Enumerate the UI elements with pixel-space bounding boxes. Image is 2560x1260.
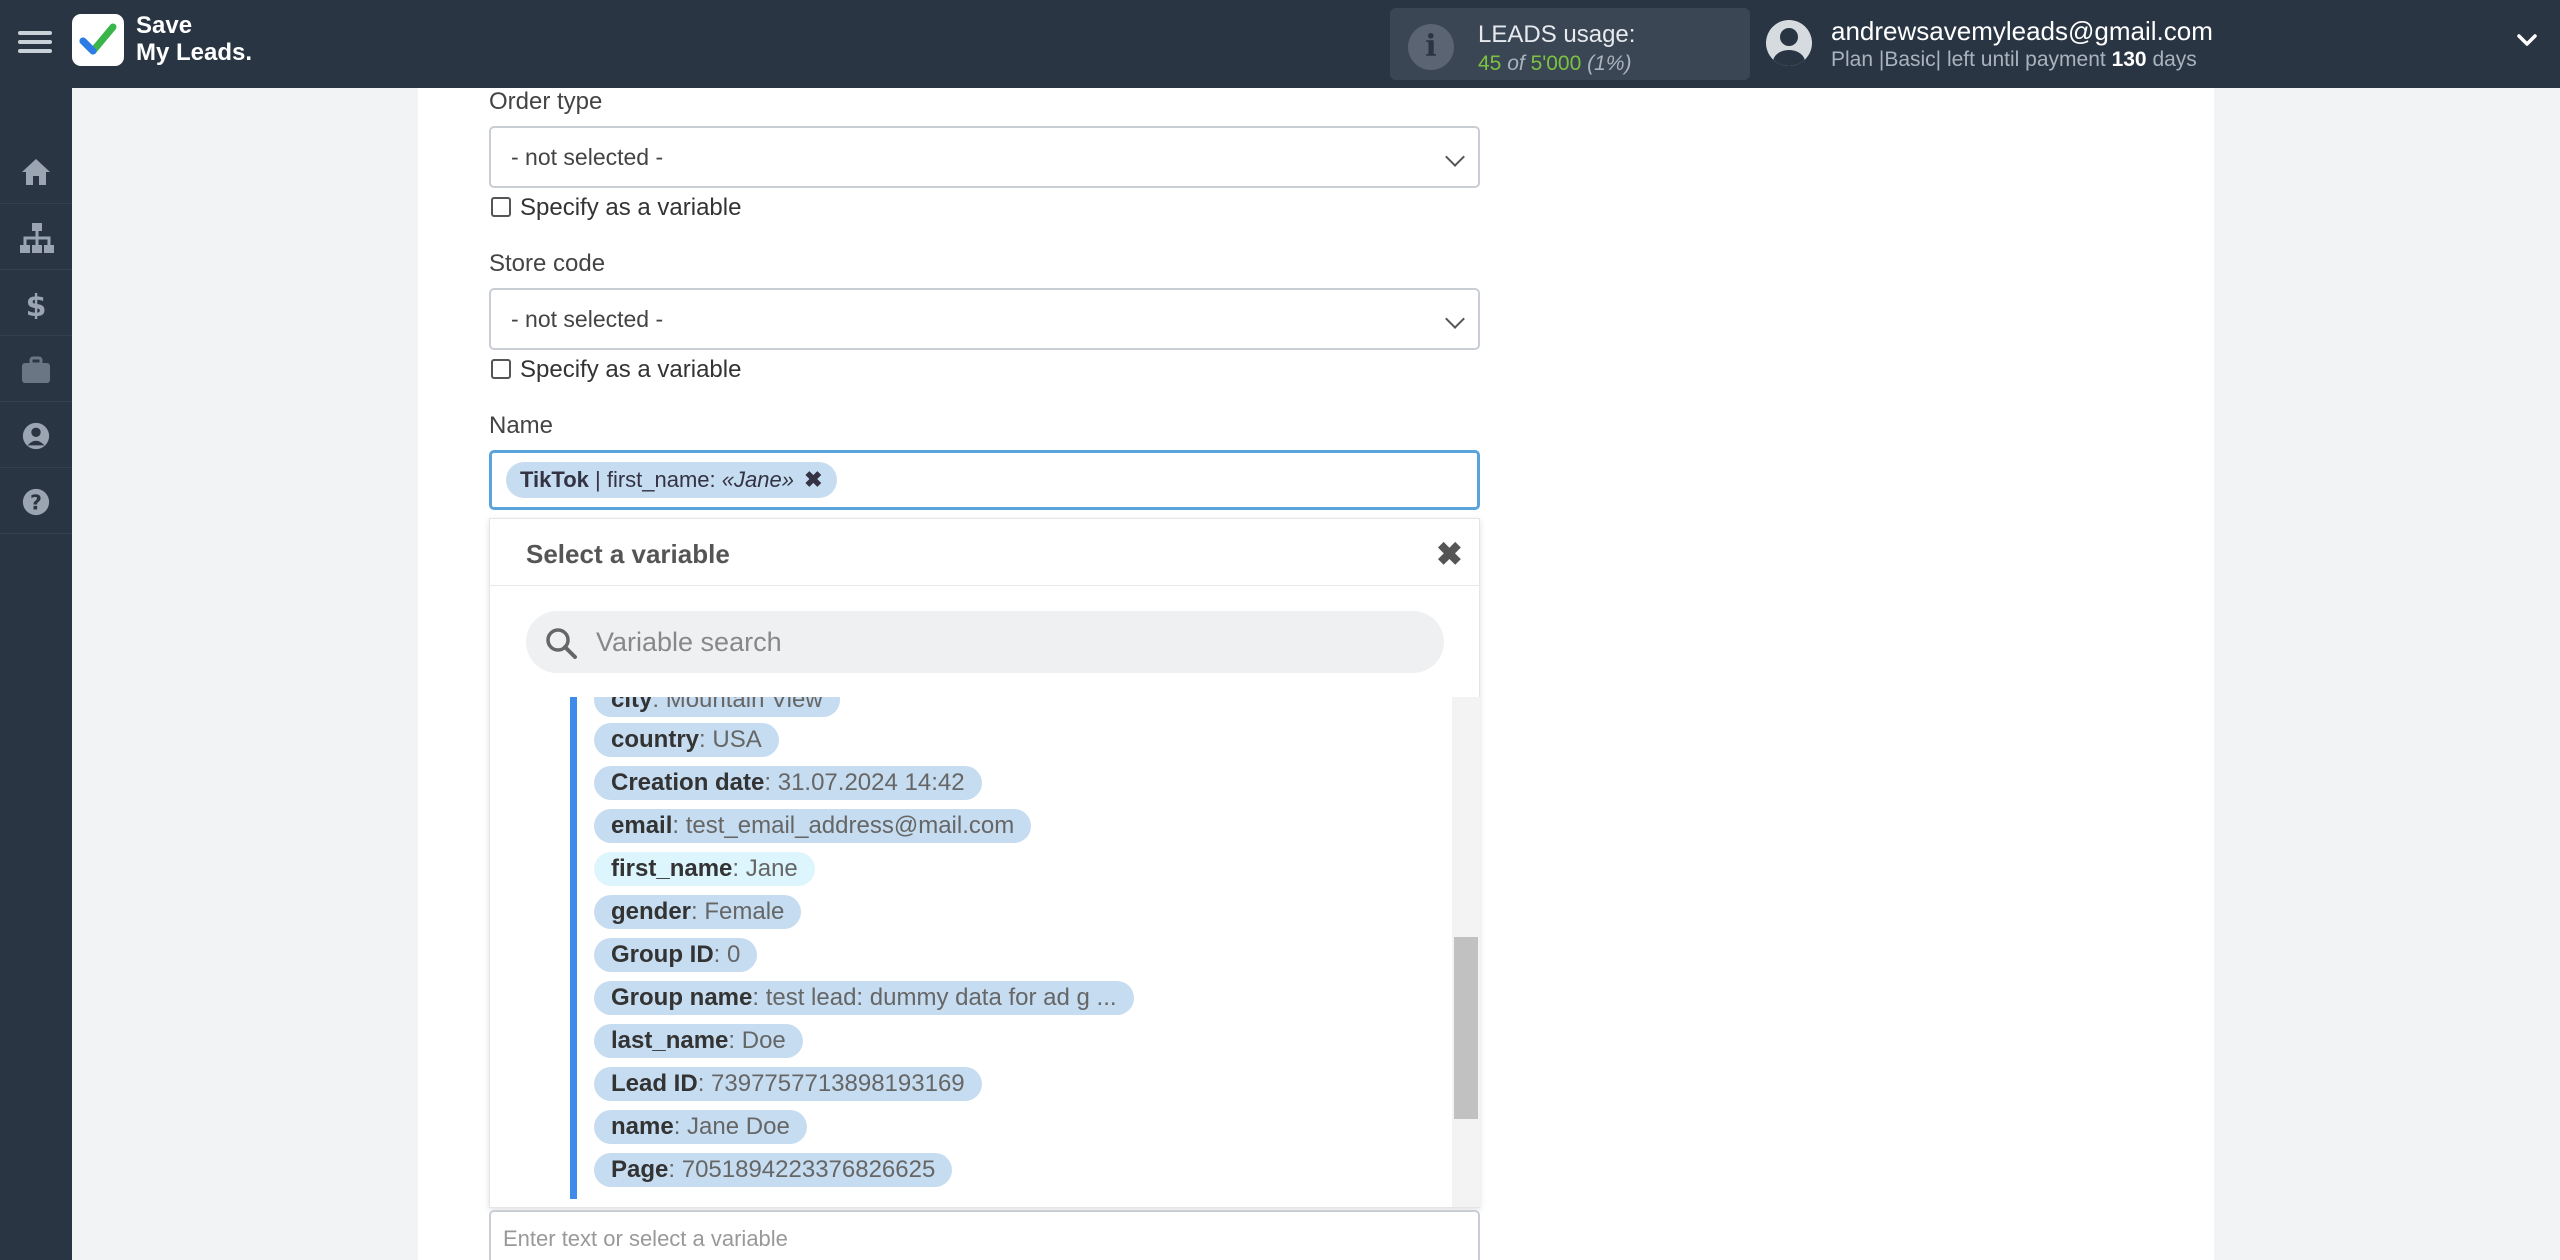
- chevron-down-icon: [1445, 309, 1465, 329]
- sidebar-item-billing[interactable]: $: [0, 270, 72, 336]
- remove-tag-icon[interactable]: ✖: [804, 467, 822, 492]
- tag-separator: |: [588, 467, 607, 492]
- menu-icon[interactable]: [18, 26, 52, 60]
- sitemap-icon: [20, 223, 54, 253]
- briefcase-icon: [22, 356, 50, 383]
- variable-item-email[interactable]: email: test_email_address@mail.com: [594, 809, 1032, 843]
- search-icon: [546, 628, 577, 659]
- variable-item-page[interactable]: Page: 7051894223376826625: [594, 1153, 953, 1187]
- usage-of: of: [1507, 52, 1525, 75]
- usage-total: 5'000: [1530, 52, 1582, 75]
- variable-item-name[interactable]: name: Jane Doe: [594, 1110, 807, 1144]
- name-label: Name: [489, 412, 554, 439]
- usage-percent: (1%): [1587, 52, 1632, 75]
- user-email[interactable]: andrewsavemyleads@gmail.com: [1831, 16, 2213, 47]
- plan-info: Plan |Basic| left until payment 130 days: [1831, 48, 2197, 72]
- logo-line-2: My Leads.: [136, 39, 253, 66]
- variable-item-last-name[interactable]: last_name: Doe: [594, 1024, 803, 1058]
- sidebar-item-connections[interactable]: [0, 204, 72, 270]
- name-input[interactable]: TikTok | first_name: «Jane» ✖: [489, 450, 1480, 510]
- sidebar-item-tools[interactable]: [0, 336, 72, 402]
- plan-prefix: Plan |Basic| left until payment: [1831, 48, 2106, 71]
- order-type-select[interactable]: - not selected -: [489, 126, 1480, 188]
- variable-item-city[interactable]: city: Mountain View: [594, 697, 840, 717]
- variable-tag[interactable]: TikTok | first_name: «Jane» ✖: [506, 462, 837, 498]
- sidebar-item-home[interactable]: [0, 138, 72, 204]
- variable-picker: Select a variable ✖ city: Mountain View …: [489, 518, 1481, 1208]
- logo-line-1: Save: [136, 12, 193, 39]
- leads-usage: i LEADS usage: 45 of 5'000 (1%): [1390, 8, 1750, 80]
- close-icon[interactable]: ✖: [1436, 535, 1463, 573]
- svg-text:?: ?: [30, 491, 42, 515]
- tag-value: «Jane»: [721, 467, 794, 492]
- usage-used: 45: [1478, 52, 1502, 75]
- variable-item-country[interactable]: country: USA: [594, 723, 779, 757]
- next-field-input[interactable]: [503, 1224, 1403, 1254]
- divider: [490, 585, 1481, 586]
- tag-field: first_name:: [606, 467, 716, 492]
- chevron-down-icon[interactable]: [2515, 28, 2539, 59]
- variable-item-lead-id[interactable]: Lead ID: 7397757713898193169: [594, 1067, 982, 1101]
- usage-label: LEADS usage:: [1478, 21, 1636, 48]
- user-icon: [22, 422, 50, 450]
- tag-source: TikTok: [520, 467, 589, 492]
- info-icon: i: [1408, 24, 1454, 70]
- next-field-input-box: [489, 1210, 1480, 1260]
- sidebar: $ ?: [0, 88, 72, 1260]
- plan-suffix: days: [2152, 48, 2197, 71]
- plan-days: 130: [2111, 48, 2147, 71]
- variable-item-group-id[interactable]: Group ID: 0: [594, 938, 758, 972]
- variable-search-input[interactable]: [596, 623, 1416, 661]
- list-accent-bar: [570, 697, 577, 1199]
- avatar-icon[interactable]: [1766, 20, 1812, 66]
- home-icon: [22, 159, 50, 185]
- store-code-select[interactable]: - not selected -: [489, 288, 1480, 350]
- variable-item-creation-date[interactable]: Creation date: 31.07.2024 14:42: [594, 766, 982, 800]
- order-type-label: Order type: [489, 88, 603, 115]
- sidebar-item-profile[interactable]: [0, 402, 72, 468]
- order-type-value: - not selected -: [511, 144, 664, 170]
- help-icon: ?: [22, 488, 50, 516]
- variable-item-first-name[interactable]: first_name: Jane: [594, 852, 815, 886]
- sidebar-item-help[interactable]: ?: [0, 468, 72, 534]
- svg-text:$: $: [26, 289, 47, 319]
- variable-search: [526, 611, 1444, 673]
- store-code-value: - not selected -: [511, 306, 664, 332]
- store-code-label: Store code: [489, 250, 606, 277]
- store-code-variable-checkbox[interactable]: [491, 359, 511, 379]
- usage-value: 45 of 5'000 (1%): [1478, 52, 1631, 76]
- order-type-variable-checkbox[interactable]: [491, 197, 511, 217]
- order-type-variable-label[interactable]: Specify as a variable: [520, 194, 741, 222]
- variable-list: city: Mountain View country: USA Creatio…: [490, 697, 1481, 1207]
- store-code-variable-label[interactable]: Specify as a variable: [520, 356, 741, 384]
- variable-picker-title: Select a variable: [526, 539, 730, 569]
- dollar-icon: $: [26, 289, 47, 319]
- logo-text[interactable]: Save My Leads.: [136, 12, 252, 66]
- variable-item-gender[interactable]: gender: Female: [594, 895, 802, 929]
- scrollbar-thumb[interactable]: [1454, 937, 1478, 1119]
- variable-item-group-name[interactable]: Group name: test lead: dummy data for ad…: [594, 981, 1134, 1015]
- chevron-down-icon: [1445, 147, 1465, 167]
- top-bar: Save My Leads. i LEADS usage: 45 of 5'00…: [0, 0, 2560, 88]
- logo-icon[interactable]: [72, 14, 124, 66]
